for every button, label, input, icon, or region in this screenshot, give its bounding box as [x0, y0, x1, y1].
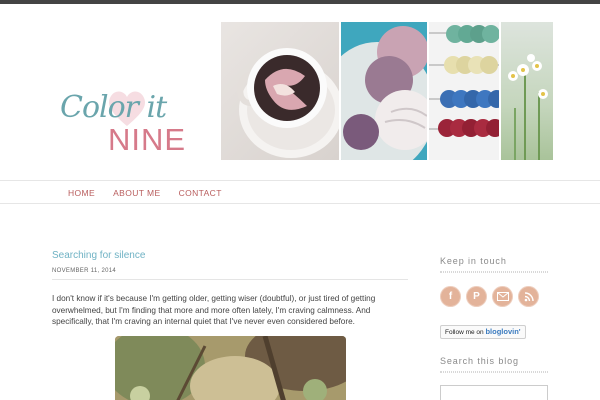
search-input[interactable] [440, 385, 548, 400]
post-date: NOVEMBER 11, 2014 [52, 268, 117, 274]
logo-text-line1: Color it [60, 90, 167, 125]
search-heading: Search this blog [440, 356, 519, 366]
post-title-link[interactable]: Searching for silence [52, 250, 145, 261]
site-logo[interactable]: Color it NINE [58, 88, 188, 158]
keep-in-touch-heading: Keep in touch [440, 256, 507, 266]
nav-item-home[interactable]: HOME [68, 188, 95, 198]
nav-item-about-me[interactable]: ABOUT ME [113, 188, 160, 198]
social-links: f P [440, 286, 539, 307]
bloglovin-prefix: Follow me on [445, 329, 484, 336]
nav-menu: HOME ABOUT ME CONTACT [68, 188, 222, 198]
coffee-cup-photo [221, 22, 339, 160]
rss-icon[interactable] [518, 286, 539, 307]
post-divider [52, 279, 408, 280]
sidebar-divider [440, 371, 548, 373]
header-photo-collage [221, 22, 553, 160]
logo-text-line2: NINE [108, 122, 187, 157]
email-icon[interactable] [492, 286, 513, 307]
sidebar-divider [440, 271, 548, 273]
abacus-photo [429, 22, 499, 160]
nav-item-contact[interactable]: CONTACT [179, 188, 222, 198]
post-image [115, 336, 346, 400]
bloglovin-brand: bloglovin' [485, 327, 521, 336]
main-navigation: HOME ABOUT ME CONTACT [0, 180, 600, 204]
pinterest-icon[interactable]: P [466, 286, 487, 307]
bloglovin-follow-button[interactable]: Follow me on bloglovin' [440, 325, 526, 339]
facebook-icon[interactable]: f [440, 286, 461, 307]
top-bar [0, 0, 600, 4]
yarn-bowl-photo [341, 22, 427, 160]
post-body-text: I don't know if it's because I'm getting… [52, 294, 376, 326]
flowers-photo [501, 22, 553, 160]
